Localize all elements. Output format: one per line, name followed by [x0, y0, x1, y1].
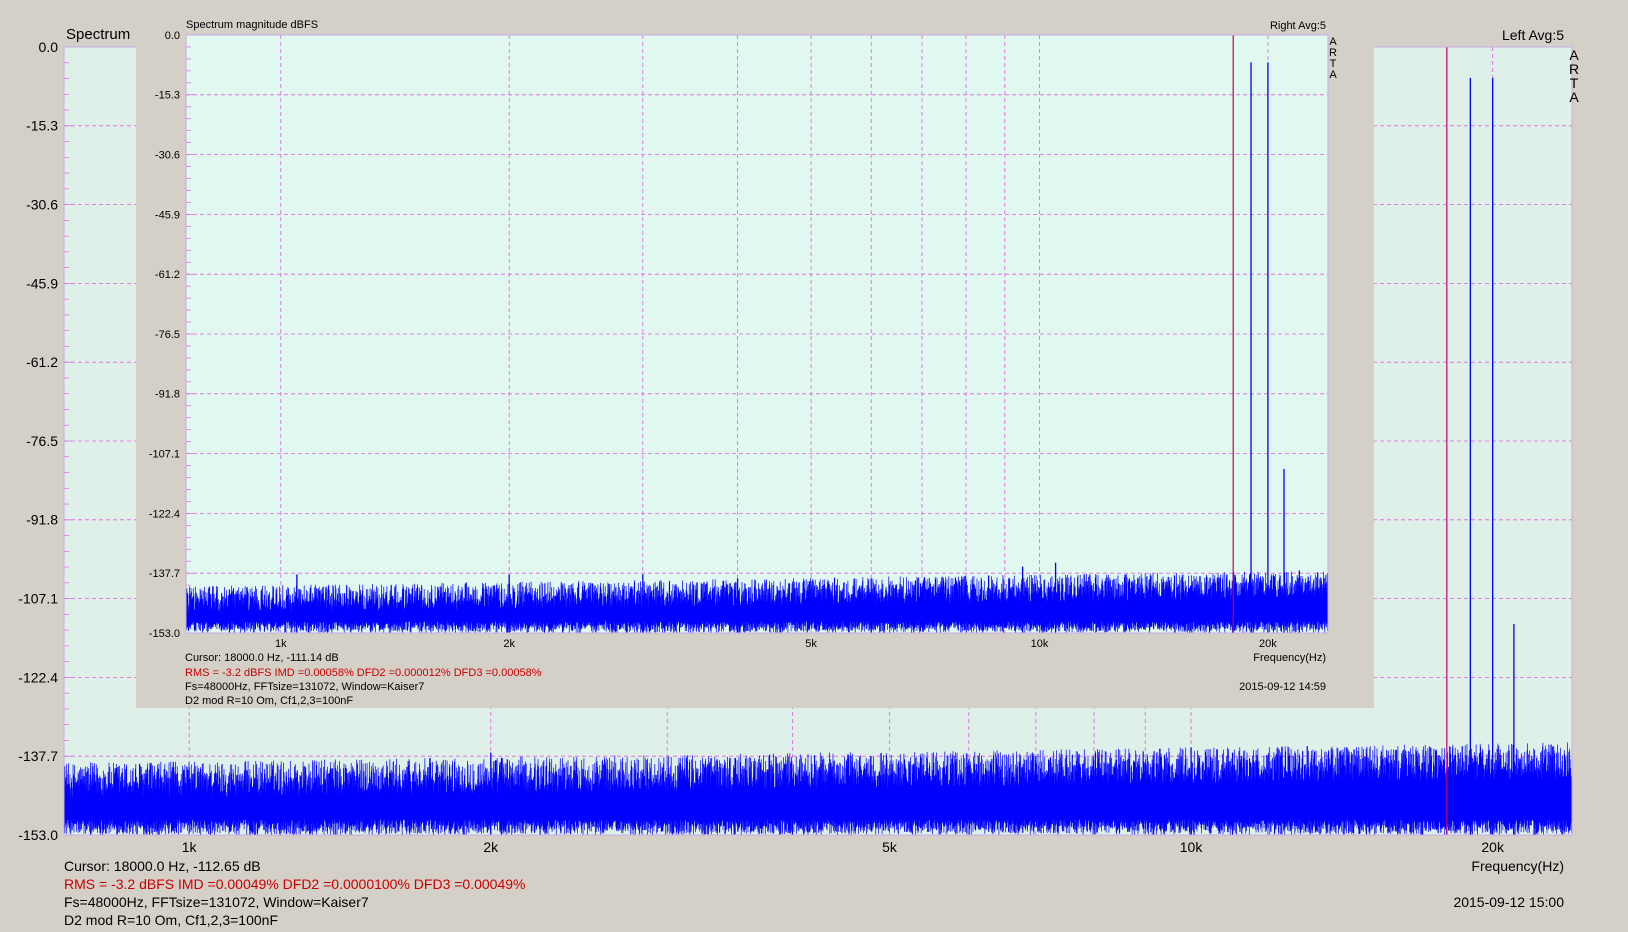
y-tick-label: -137.7 [149, 568, 180, 580]
main-cursor-readout: Cursor: 18000.0 Hz, -112.65 dB [64, 858, 261, 874]
inset-arta-letter: A [1329, 69, 1337, 81]
inset-stats: RMS = -3.2 dBFS IMD =0.00058% DFD2 =0.00… [185, 667, 542, 679]
y-tick-label: -76.5 [26, 433, 58, 449]
y-tick-label: -61.2 [155, 269, 180, 281]
y-tick-label: -107.1 [18, 591, 58, 607]
main-arta-letter: R [1568, 61, 1580, 77]
x-tick-label: 20k [1259, 638, 1277, 650]
inset-x-axis-label: Frequency(Hz) [1253, 652, 1326, 664]
y-tick-label: -153.0 [18, 827, 58, 843]
main-arta-letter: A [1569, 89, 1579, 105]
y-tick-label: -15.3 [26, 118, 58, 134]
main-x-axis-label: Frequency(Hz) [1471, 858, 1564, 874]
x-tick-label: 5k [805, 638, 817, 650]
x-tick-label: 1k [182, 839, 198, 855]
y-tick-label: -30.6 [26, 197, 58, 213]
y-tick-label: -76.5 [155, 329, 180, 341]
inset-timestamp: 2015-09-12 14:59 [1239, 681, 1326, 693]
inset-settings: Fs=48000Hz, FFTsize=131072, Window=Kaise… [185, 681, 425, 693]
main-stats: RMS = -3.2 dBFS IMD =0.00049% DFD2 =0.00… [64, 876, 526, 892]
x-tick-label: 10k [1180, 839, 1204, 855]
inset-title: Spectrum magnitude dBFS [186, 19, 319, 31]
y-tick-label: 0.0 [39, 39, 59, 55]
x-tick-label: 20k [1481, 839, 1505, 855]
y-tick-label: -45.9 [155, 209, 180, 221]
inset-note: D2 mod R=10 Om, Cf1,2,3=100nF [185, 695, 354, 707]
x-tick-label: 2k [483, 839, 499, 855]
main-title: Spectrum [66, 26, 131, 43]
main-arta-letter: T [1569, 75, 1579, 91]
main-channel-label: Left Avg:5 [1501, 27, 1564, 43]
y-tick-label: -61.2 [26, 354, 58, 370]
x-tick-label: 1k [275, 638, 287, 650]
y-tick-label: -91.8 [26, 512, 58, 528]
x-tick-label: 2k [503, 638, 515, 650]
y-tick-label: -122.4 [18, 669, 58, 685]
y-tick-label: -153.0 [149, 628, 180, 640]
y-tick-label: -122.4 [149, 508, 180, 520]
y-tick-label: -107.1 [149, 448, 180, 460]
y-tick-label: 0.0 [165, 30, 180, 42]
y-tick-label: -91.8 [155, 389, 180, 401]
main-settings: Fs=48000Hz, FFTsize=131072, Window=Kaise… [64, 894, 369, 910]
main-note: D2 mod R=10 Om, Cf1,2,3=100nF [64, 912, 278, 928]
x-tick-label: 10k [1031, 638, 1049, 650]
inset-channel-label: Right Avg:5 [1269, 20, 1326, 32]
y-tick-label: -137.7 [18, 748, 58, 764]
inset-cursor-readout: Cursor: 18000.0 Hz, -111.14 dB [185, 652, 339, 664]
y-tick-label: -45.9 [26, 275, 58, 291]
main-timestamp: 2015-09-12 15:00 [1453, 894, 1564, 910]
x-tick-label: 5k [882, 839, 898, 855]
inset-spectrum-panel: 0.0 -15.3 -30.6 -45.9 -61.2 -76.5 -91.8 -107.1 -… [136, 0, 1374, 708]
y-tick-label: -30.6 [155, 149, 180, 161]
y-tick-label: -15.3 [155, 90, 180, 102]
main-arta-letter: A [1569, 47, 1579, 63]
inset-spectrum-chart[interactable]: 0.0 -15.3 -30.6 -45.9 -61.2 -76.5 -91.8 -107.1 -… [136, 0, 1374, 708]
